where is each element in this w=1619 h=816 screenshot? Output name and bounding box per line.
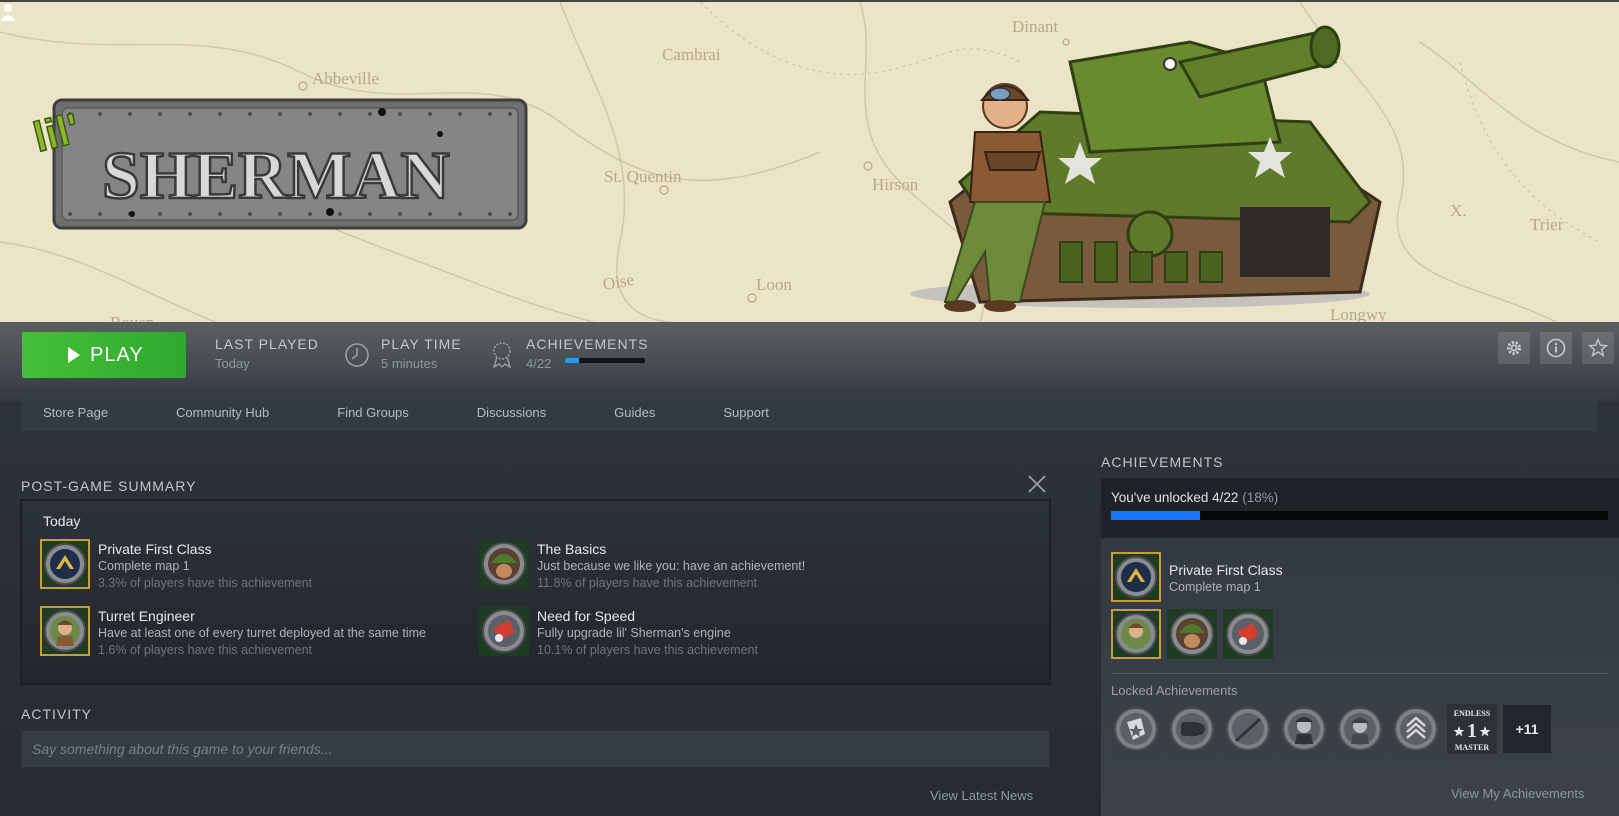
achievement-desc: Just because we like you: have an achiev… [537,559,806,573]
svg-text:Abbeville: Abbeville [312,69,379,88]
panel-divider [1111,673,1608,674]
locked-shield-star-icon[interactable] [1111,704,1161,754]
view-my-achievements-link[interactable]: View My Achievements [1451,786,1584,801]
nav-community-hub[interactable]: Community Hub [176,405,269,420]
chevron-rank-icon[interactable] [1111,552,1161,602]
favorite-button[interactable] [1582,332,1614,364]
achievements-panel-progress-bar [1111,511,1608,520]
activity-title: ACTIVITY [21,706,93,722]
svg-text:Oise: Oise [601,270,635,294]
clock-icon [345,343,369,367]
svg-text:St. Quentin: St. Quentin [604,167,682,186]
svg-text:Longwy: Longwy [1330,305,1387,322]
achievement-desc: Fully upgrade lil' Sherman's engine [537,626,731,640]
unlocked-percent: (18%) [1242,490,1279,505]
play-icon [68,347,80,363]
locked-commander-icon[interactable] [1279,704,1329,754]
achievement-rarity: 11.8% of players have this achievement [537,576,758,590]
engine-icon[interactable] [1223,609,1273,659]
locked-sergeant-rank-icon[interactable] [1391,704,1441,754]
locked-pilot-icon[interactable] [1335,704,1385,754]
user-icon[interactable] [0,2,16,22]
locked-endless-master-icon[interactable]: ENDLESS 1 MASTER [1447,704,1497,754]
game-library-page: Dinant Cambrai Abbeville St. Quentin Hir… [0,0,1619,816]
achievement-name: Private First Class [98,541,212,557]
locked-achievements-title: Locked Achievements [1111,683,1238,698]
achievement-rarity: 10.1% of players have this achievement [537,643,758,657]
nav-guides[interactable]: Guides [614,405,655,420]
nav-support[interactable]: Support [723,405,769,420]
engineer-icon[interactable] [1111,609,1161,659]
play-time-value: 5 minutes [381,356,438,371]
chevron-rank-icon [40,539,90,589]
settings-button[interactable] [1498,332,1530,364]
play-time-title: PLAY TIME [381,336,462,352]
last-played-stat: LAST PLAYED Today [215,336,319,371]
unlocked-summary: You've unlocked 4/22 (18%) [1111,490,1278,505]
game-action-bar: PLAY LAST PLAYED Today PLAY TIME 5 minut… [0,322,1619,402]
svg-text:ENDLESS: ENDLESS [1454,709,1491,718]
achievement-name: Turret Engineer [98,608,195,624]
achievements-title: ACHIEVEMENTS [526,336,649,352]
achievements-progress-bar [565,358,645,363]
game-logo: SHERMAN lil' [28,98,528,230]
locked-barrel-icon[interactable] [1167,704,1217,754]
info-icon [1546,338,1566,358]
svg-text:Dinant: Dinant [1012,17,1059,36]
svg-text:Rouen: Rouen [110,313,155,322]
post-game-summary: Today Private First Class Complete map 1… [21,500,1050,684]
locked-rifle-icon[interactable] [1223,704,1273,754]
achievement-rarity: 1.6% of players have this achievement [98,643,313,657]
last-played-title: LAST PLAYED [215,336,319,352]
soldier-helmet-icon[interactable] [1167,609,1217,659]
gear-icon [1507,341,1521,355]
achievement-desc: Have at least one of every turret deploy… [98,626,426,640]
more-achievements-button[interactable]: +11 [1503,705,1551,753]
soldier-helmet-icon [479,539,529,589]
play-label: PLAY [90,343,144,366]
svg-text:Cambrai: Cambrai [662,45,721,64]
nav-store-page[interactable]: Store Page [43,405,108,420]
play-button[interactable]: PLAY [22,332,186,378]
nav-find-groups[interactable]: Find Groups [337,405,409,420]
achievement-rarity: 3.3% of players have this achievement [98,576,313,590]
achievements-progress-fill [565,358,580,363]
star-icon [1588,338,1608,358]
featured-achievement-desc: Complete map 1 [1169,580,1261,594]
svg-text:SHERMAN: SHERMAN [102,137,450,213]
svg-text:Hirson: Hirson [872,175,919,194]
achievements-progress-header: You've unlocked 4/22 (18%) [1101,478,1619,538]
achievements-stat: ACHIEVEMENTS 4/22 [526,336,648,371]
svg-text:1: 1 [1467,720,1477,742]
hero-banner: Dinant Cambrai Abbeville St. Quentin Hir… [0,0,1619,322]
play-time-stat: PLAY TIME 5 minutes [381,336,462,371]
info-button[interactable] [1540,332,1572,364]
achievements-panel: You've unlocked 4/22 (18%) Private First… [1101,478,1619,816]
engine-icon [479,606,529,656]
close-icon[interactable] [1027,474,1047,494]
activity-input[interactable] [21,730,1050,768]
svg-text:Trier: Trier [1530,215,1564,234]
engineer-icon [40,606,90,656]
achievements-panel-progress-fill [1111,511,1201,520]
svg-text:Loon: Loon [756,275,792,294]
svg-text:MASTER: MASTER [1455,743,1489,752]
view-latest-news-link[interactable]: View Latest News [930,788,1033,803]
achievement-name: The Basics [537,541,607,557]
svg-text:X.: X. [1450,201,1467,220]
unlocked-text: You've unlocked 4/22 [1111,490,1239,505]
summary-date: Today [43,513,81,529]
achievement-desc: Complete map 1 [98,559,190,573]
featured-achievement-name: Private First Class [1169,562,1283,578]
post-game-summary-title: POST-GAME SUMMARY [21,478,197,494]
game-nav-bar: Store Page Community Hub Find Groups Dis… [21,393,1597,431]
hero-art: Dinant Cambrai Abbeville St. Quentin Hir… [0,2,1619,322]
nav-discussions[interactable]: Discussions [477,405,546,420]
achievement-ribbon-icon [492,342,512,368]
achievements-panel-title: ACHIEVEMENTS [1101,454,1224,470]
last-played-value: Today [215,356,250,371]
achievement-name: Need for Speed [537,608,636,624]
